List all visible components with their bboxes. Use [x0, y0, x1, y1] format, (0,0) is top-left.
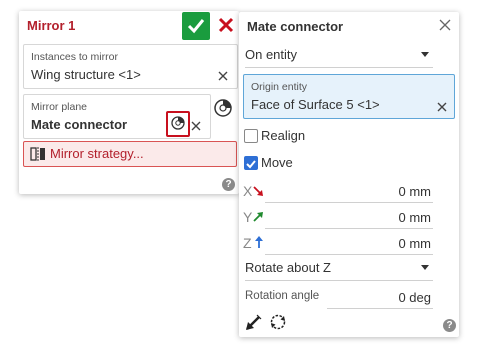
clear-instances-button[interactable]: [217, 69, 229, 81]
z-direction-arrow-icon: [255, 236, 263, 248]
close-icon: [218, 71, 228, 81]
close-button[interactable]: [438, 18, 452, 32]
y-translation-row: Y 0 mm: [243, 206, 433, 229]
y-axis-label: Y: [243, 209, 253, 225]
clear-mirror-plane-button[interactable]: [190, 119, 202, 131]
placement-dropdown[interactable]: On entity: [245, 43, 433, 68]
z-axis-label: Z: [243, 235, 252, 251]
z-translation-row: Z 0 mm: [243, 232, 433, 255]
y-value: 0 mm: [398, 210, 432, 225]
close-icon: [218, 17, 234, 33]
origin-entity-label: Origin entity: [251, 81, 308, 93]
rotate-icon[interactable]: [268, 312, 288, 332]
rotation-angle-label: Rotation angle: [245, 290, 320, 302]
y-direction-arrow-icon: [253, 212, 263, 222]
x-value: 0 mm: [398, 184, 432, 199]
reference-plane-icon[interactable]: [212, 97, 234, 119]
origin-entity-value: Face of Surface 5 <1>: [251, 97, 380, 112]
origin-entity-field[interactable]: Origin entity Face of Surface 5 <1>: [243, 74, 455, 119]
move-label: Move: [261, 155, 293, 170]
x-translation-row: X 0 mm: [243, 180, 433, 203]
move-checkbox[interactable]: [244, 156, 258, 170]
mirror-strategy-label: Mirror strategy...: [50, 146, 144, 161]
realign-label: Realign: [261, 128, 306, 143]
x-direction-arrow-icon: [253, 186, 263, 196]
mirror-strategy-icon: [30, 147, 45, 161]
placement-value: On entity: [245, 47, 298, 62]
instances-value: Wing structure <1>: [31, 67, 141, 82]
mirror-panel-header: Mirror 1: [19, 11, 239, 41]
chevron-down-icon: [421, 265, 429, 270]
mirror-feature-panel: Mirror 1 Instances to mirror Wing struct…: [19, 11, 239, 194]
mate-connector-highlight: [166, 111, 190, 137]
clear-origin-button[interactable]: [436, 100, 448, 112]
mirror-strategy-button[interactable]: Mirror strategy...: [23, 141, 237, 167]
help-icon[interactable]: ?: [222, 178, 235, 191]
close-icon: [439, 19, 451, 31]
y-translation-input[interactable]: 0 mm: [265, 206, 433, 229]
mirror-plane-label: Mirror plane: [31, 101, 88, 113]
checkmark-icon: [246, 160, 256, 169]
instances-label: Instances to mirror: [31, 51, 118, 63]
rotate-axis-value: Rotate about Z: [245, 260, 331, 275]
realign-checkbox[interactable]: [244, 129, 258, 143]
instances-to-mirror-field[interactable]: Instances to mirror Wing structure <1>: [23, 44, 238, 89]
rotate-axis-dropdown[interactable]: Rotate about Z: [245, 256, 433, 281]
mirror-plane-value: Mate connector: [31, 117, 128, 132]
mate-connector-panel: Mate connector On entity Origin entity F…: [239, 12, 459, 337]
rotation-angle-input[interactable]: 0 deg: [327, 286, 433, 309]
mate-connector-title: Mate connector: [247, 19, 344, 34]
close-icon: [437, 102, 447, 112]
help-icon[interactable]: ?: [443, 319, 456, 332]
flip-direction-icon[interactable]: [244, 312, 264, 332]
z-translation-input[interactable]: 0 mm: [265, 232, 433, 255]
accept-button[interactable]: [182, 12, 210, 40]
x-translation-input[interactable]: 0 mm: [265, 180, 433, 203]
cancel-button[interactable]: [217, 16, 235, 34]
mirror-panel-title: Mirror 1: [27, 18, 76, 33]
rotation-angle-value: 0 deg: [398, 290, 431, 305]
close-icon: [191, 121, 201, 131]
x-axis-label: X: [243, 183, 253, 199]
z-value: 0 mm: [398, 236, 432, 251]
checkmark-icon: [187, 19, 205, 34]
chevron-down-icon: [421, 52, 429, 57]
